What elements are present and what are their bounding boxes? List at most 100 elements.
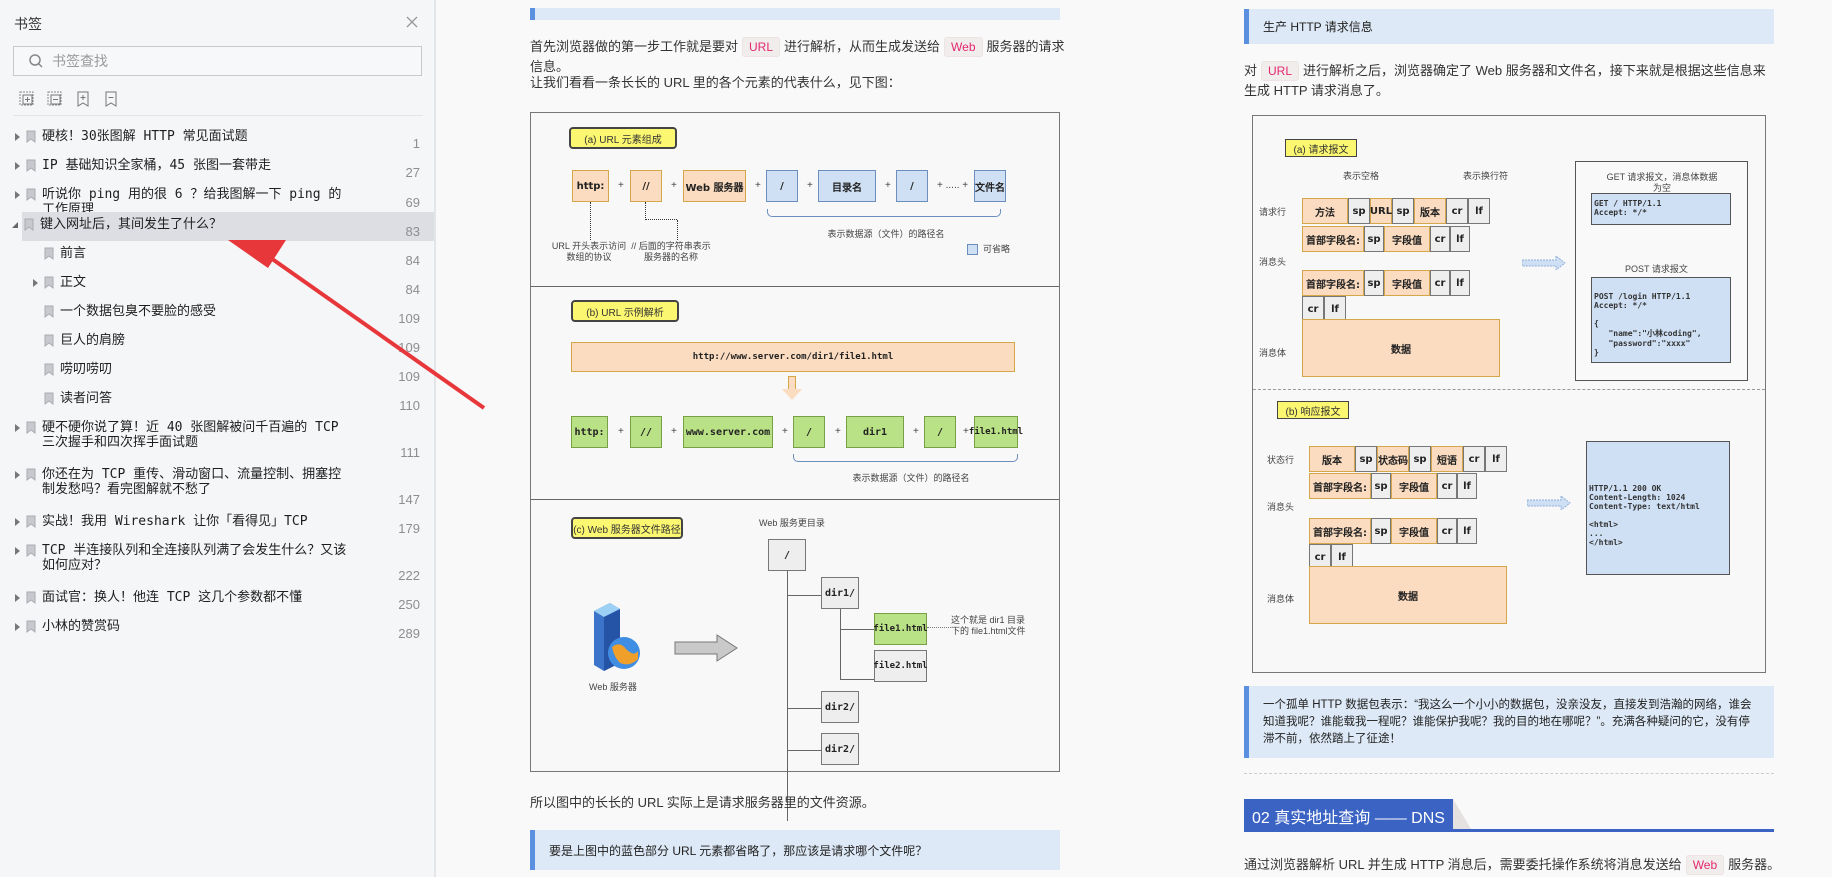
inline-code: URL — [742, 37, 781, 57]
collapsed-triangle-icon[interactable] — [12, 470, 22, 480]
message-field: sp — [1371, 518, 1391, 544]
section-heading: 02 真实地址查询 —— DNS — [1244, 799, 1774, 832]
message-field: cr — [1430, 226, 1450, 252]
sidebar-title: 书签 — [14, 16, 42, 32]
bookmark-page-number: 27 — [405, 165, 420, 180]
bookmark-label: 实战！我用 Wireshark 让你「看得见」TCP — [42, 514, 308, 529]
bookmark-item[interactable]: 面试官：换人！他连 TCP 这几个参数都不懂 250 — [0, 585, 434, 614]
bookmark-sidebar: 书签 硬核！30张图解 HTTP 常见面试题 1 IP 基础知识全家桶，45 张图一… — [0, 0, 436, 877]
bookmark-label: 读者问答 — [60, 391, 113, 406]
bookmark-item[interactable]: 实战！我用 Wireshark 让你「看得见」TCP 179 — [0, 509, 434, 538]
inline-code: Web — [1685, 855, 1725, 875]
message-field: sp — [1409, 446, 1431, 472]
message-field: 短语 — [1431, 446, 1463, 472]
message-field: 字段值 — [1391, 518, 1437, 544]
message-field: sp — [1348, 198, 1370, 224]
bookmark-search[interactable] — [13, 46, 422, 76]
url-part: // — [630, 416, 662, 448]
bookmark-label: 键入网址后，其间发生了什么？ — [40, 217, 223, 232]
collapsed-triangle-icon[interactable] — [12, 593, 22, 603]
bookmark-icon — [26, 130, 36, 143]
message-field: cr — [1430, 270, 1450, 296]
bookmark-item[interactable]: 一个数据包臭不要脸的感受 109 — [0, 299, 434, 328]
add-bookmark-icon[interactable] — [74, 90, 92, 108]
collapsed-triangle-icon[interactable] — [12, 546, 22, 556]
close-icon[interactable] — [404, 14, 420, 30]
url-part: 文件名 — [974, 170, 1006, 202]
message-field: sp — [1355, 446, 1377, 472]
web-server-icon — [594, 603, 640, 671]
bookmark-item[interactable]: 硬核！30张图解 HTTP 常见面试题 1 — [0, 124, 434, 153]
bookmark-label: 前言 — [60, 246, 87, 261]
bookmark-list: 硬核！30张图解 HTTP 常见面试题 1 IP 基础知识全家桶，45 张图一套带走… — [0, 124, 434, 643]
bookmark-page-number: 111 — [400, 445, 420, 460]
bookmark-item[interactable]: IP 基础知识全家桶，45 张图一套带走 27 — [0, 153, 434, 182]
response-example: HTTP/1.1 200 OK Content-Length: 1024 Con… — [1586, 441, 1730, 575]
bookmark-label: 面试官：换人！他连 TCP 这几个参数都不懂 — [42, 590, 303, 605]
bookmark-item[interactable]: 读者问答 110 — [0, 386, 434, 415]
bookmark-item[interactable]: TCP 半连接队列和全连接队列满了会发生什么？又该如何应对？ 222 — [0, 538, 434, 585]
url-part: http: — [572, 170, 609, 202]
collapsed-triangle-icon[interactable] — [30, 278, 40, 288]
bookmark-icon — [44, 392, 54, 405]
bookmark-page-number: 289 — [398, 626, 420, 641]
bookmark-label: 硬不硬你说了算！近 40 张图解被问千百遍的 TCP 三次握手和四次挥手面试题 — [42, 420, 339, 450]
post-example: POST /login HTTP/1.1 Accept: */* { "name… — [1591, 277, 1731, 363]
message-field: cr — [1437, 473, 1457, 499]
bookmark-icon — [26, 421, 36, 434]
quote-block: 一个孤单 HTTP 数据包表示：“我这么一个小小的数据包，没亲没友，直接发到浩瀚… — [1244, 686, 1774, 758]
message-field: 首部字段名: — [1309, 473, 1371, 499]
bookmark-label: 巨人的肩膀 — [60, 333, 126, 348]
url-part: / — [896, 170, 928, 202]
body-data: 数据 — [1302, 319, 1500, 377]
collapsed-triangle-icon[interactable] — [12, 161, 22, 171]
figure-label: (a) URL 元素组成 — [569, 127, 677, 149]
collapsed-triangle-icon[interactable] — [12, 132, 22, 142]
collapse-all-icon[interactable] — [46, 90, 64, 108]
expanded-triangle-icon[interactable] — [10, 220, 20, 230]
message-field: URL — [1370, 198, 1392, 224]
collapsed-triangle-icon[interactable] — [12, 423, 22, 433]
bookmark-item[interactable]: 听说你 ping 用的很 6 ？给我图解一下 ping 的工作原理 69 — [0, 182, 434, 217]
url-part: www.server.com — [683, 416, 773, 448]
bookmark-label: 唠叨唠叨 — [60, 362, 113, 377]
bookmark-item[interactable]: 唠叨唠叨 109 — [0, 357, 434, 386]
bookmark-icon — [26, 188, 36, 201]
arrow-right-icon — [1522, 256, 1566, 270]
remove-bookmark-icon[interactable] — [102, 90, 120, 108]
bookmark-label: TCP 半连接队列和全连接队列满了会发生什么？又该如何应对？ — [42, 543, 347, 573]
bookmark-label: 小林的赞赏码 — [42, 619, 121, 634]
bookmark-item[interactable]: 你还在为 TCP 重传、滑动窗口、流量控制、拥塞控制发愁吗？看完图解就不愁了 14… — [0, 462, 434, 509]
collapsed-triangle-icon[interactable] — [12, 622, 22, 632]
bookmark-icon — [26, 620, 36, 633]
example-url: http://www.server.com/dir1/file1.html — [571, 342, 1015, 372]
bookmark-page-number: 110 — [399, 398, 420, 413]
message-field: lf — [1457, 518, 1477, 544]
url-part: / — [766, 170, 798, 202]
bookmark-item[interactable]: 硬不硬你说了算！近 40 张图解被问千百遍的 TCP 三次握手和四次挥手面试题 1… — [0, 415, 434, 462]
collapsed-triangle-icon[interactable] — [12, 517, 22, 527]
bookmark-item[interactable]: 小林的赞赏码 289 — [0, 614, 434, 643]
message-field: sp — [1364, 226, 1384, 252]
url-part: dir1 — [846, 416, 904, 448]
bookmark-page-number: 250 — [398, 597, 420, 612]
bookmark-icon — [44, 247, 54, 260]
figure-label: (a) 请求报文 — [1285, 139, 1357, 157]
expand-all-icon[interactable] — [18, 90, 36, 108]
message-field: 版本 — [1309, 446, 1355, 472]
bookmark-item[interactable]: 前言 84 — [0, 241, 434, 270]
message-field: lf — [1450, 270, 1470, 296]
bookmark-item[interactable]: 正文 84 — [0, 270, 434, 299]
figure-label: (b) 响应报文 — [1277, 401, 1349, 419]
inline-code: Web — [944, 37, 983, 57]
quote-block: 要是上图中的蓝色部分 URL 元素都省略了，那应该是请求哪个文件呢？ — [530, 830, 1060, 870]
bookmark-search-input[interactable] — [52, 53, 392, 69]
collapsed-triangle-icon[interactable] — [12, 190, 22, 200]
bookmark-item[interactable]: 巨人的肩膀 109 — [0, 328, 434, 357]
message-field: lf — [1457, 473, 1477, 499]
paragraph: 让我们看看一条长长的 URL 里的各个元素的代表什么，见下图： — [530, 75, 901, 90]
bookmark-item[interactable]: 键入网址后，其间发生了什么？ 83 — [12, 212, 434, 241]
dir-node: / — [768, 539, 806, 571]
